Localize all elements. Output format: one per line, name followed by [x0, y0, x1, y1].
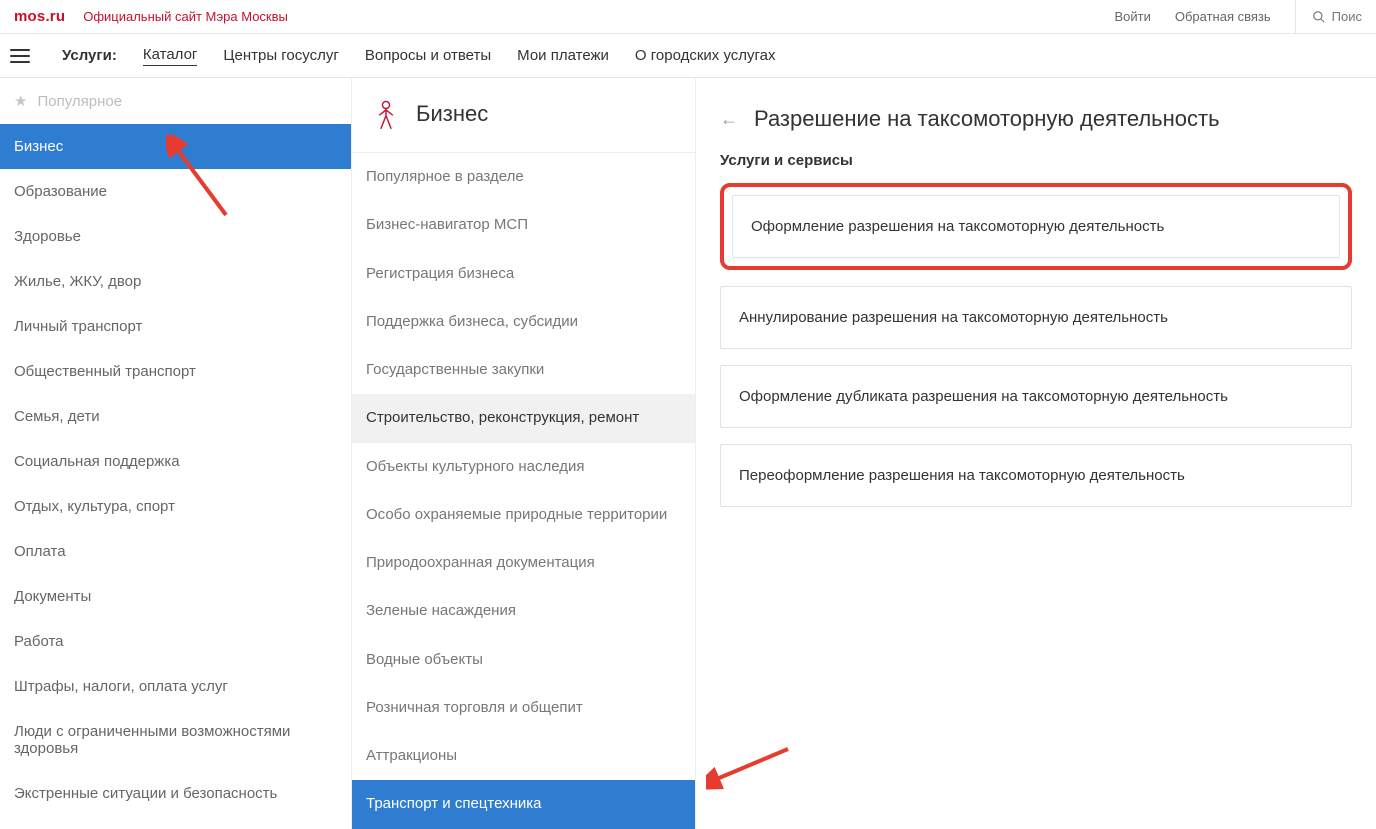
category-emergency[interactable]: Экстренные ситуации и безопасность: [0, 771, 351, 816]
search-wrap[interactable]: Поис: [1295, 0, 1362, 34]
nav-item-about[interactable]: О городских услугах: [635, 47, 776, 64]
login-link[interactable]: Войти: [1114, 9, 1150, 24]
category-disabled[interactable]: Люди с ограниченными возможностями здоро…: [0, 709, 351, 771]
search-placeholder: Поис: [1332, 9, 1362, 24]
subcategory-column: Бизнес Популярное в разделе Бизнес-навиг…: [352, 78, 696, 829]
nav-item-catalog[interactable]: Каталог: [143, 46, 198, 66]
service-card-label: Оформление разрешения на таксомоторную д…: [732, 195, 1340, 258]
subcat-water[interactable]: Водные объекты: [352, 636, 695, 684]
subcat-transport[interactable]: Транспорт и спецтехника: [352, 780, 695, 828]
menu-icon[interactable]: [10, 49, 30, 63]
back-arrow-icon[interactable]: ←: [720, 109, 738, 130]
category-work[interactable]: Работа: [0, 619, 351, 664]
search-icon: [1312, 10, 1326, 24]
service-card[interactable]: Аннулирование разрешения на таксомоторну…: [720, 286, 1352, 349]
subcat-attractions[interactable]: Аттракционы: [352, 732, 695, 780]
category-leisure[interactable]: Отдых, культура, спорт: [0, 484, 351, 529]
category-personal-transport[interactable]: Личный транспорт: [0, 304, 351, 349]
category-housing[interactable]: Жилье, ЖКУ, двор: [0, 259, 351, 304]
subcat-heritage[interactable]: Объекты культурного наследия: [352, 443, 695, 491]
subcat-navigator[interactable]: Бизнес-навигатор МСП: [352, 201, 695, 249]
section-header: Бизнес: [352, 78, 695, 153]
nav-label: Услуги:: [62, 47, 117, 64]
category-column: ★ Популярное Бизнес Образование Здоровье…: [0, 78, 352, 829]
nav-item-centers[interactable]: Центры госуслуг: [223, 47, 338, 64]
category-health[interactable]: Здоровье: [0, 214, 351, 259]
top-bar-right: Войти Обратная связь Поис: [1114, 0, 1362, 34]
detail-header: ← Разрешение на таксомоторную деятельнос…: [696, 78, 1376, 138]
detail-title: Разрешение на таксомоторную деятельность: [754, 106, 1220, 132]
category-label: Популярное: [37, 93, 122, 110]
subcat-protected-areas[interactable]: Особо охраняемые природные территории: [352, 491, 695, 539]
category-popular[interactable]: ★ Популярное: [0, 78, 351, 124]
subcat-registration[interactable]: Регистрация бизнеса: [352, 250, 695, 298]
subcat-retail[interactable]: Розничная торговля и общепит: [352, 684, 695, 732]
section-title: Бизнес: [416, 101, 488, 127]
subcat-construction[interactable]: Строительство, реконструкция, ремонт: [352, 394, 695, 442]
site-slogan: Официальный сайт Мэра Москвы: [83, 9, 288, 24]
category-family[interactable]: Семья, дети: [0, 394, 351, 439]
service-list: Оформление разрешения на таксомоторную д…: [696, 183, 1376, 531]
category-payment[interactable]: Оплата: [0, 529, 351, 574]
category-business[interactable]: Бизнес: [0, 124, 351, 169]
star-icon: ★: [14, 92, 27, 110]
service-card[interactable]: Переоформление разрешения на таксомоторн…: [720, 444, 1352, 507]
category-public-transport[interactable]: Общественный транспорт: [0, 349, 351, 394]
nav-item-faq[interactable]: Вопросы и ответы: [365, 47, 491, 64]
subcat-popular[interactable]: Популярное в разделе: [352, 153, 695, 201]
category-social[interactable]: Социальная поддержка: [0, 439, 351, 484]
nav-bar: Услуги: Каталог Центры госуслуг Вопросы …: [0, 34, 1376, 78]
site-logo[interactable]: mos.ru: [14, 8, 65, 25]
category-fines[interactable]: Штрафы, налоги, оплата услуг: [0, 664, 351, 709]
category-documents[interactable]: Документы: [0, 574, 351, 619]
main-layout: ★ Популярное Бизнес Образование Здоровье…: [0, 78, 1376, 829]
top-bar: mos.ru Официальный сайт Мэра Москвы Войт…: [0, 0, 1376, 34]
subcat-procurement[interactable]: Государственные закупки: [352, 346, 695, 394]
feedback-link[interactable]: Обратная связь: [1175, 9, 1271, 24]
subcat-greenery[interactable]: Зеленые насаждения: [352, 587, 695, 635]
service-card-highlight[interactable]: Оформление разрешения на таксомоторную д…: [720, 183, 1352, 270]
subcat-eco-docs[interactable]: Природоохранная документация: [352, 539, 695, 587]
detail-subtitle: Услуги и сервисы: [696, 138, 1376, 183]
nav-item-payments[interactable]: Мои платежи: [517, 47, 609, 64]
business-icon: [372, 100, 400, 128]
service-card[interactable]: Оформление дубликата разрешения на таксо…: [720, 365, 1352, 428]
detail-column: ← Разрешение на таксомоторную деятельнос…: [696, 78, 1376, 829]
subcat-support[interactable]: Поддержка бизнеса, субсидии: [352, 298, 695, 346]
category-education[interactable]: Образование: [0, 169, 351, 214]
